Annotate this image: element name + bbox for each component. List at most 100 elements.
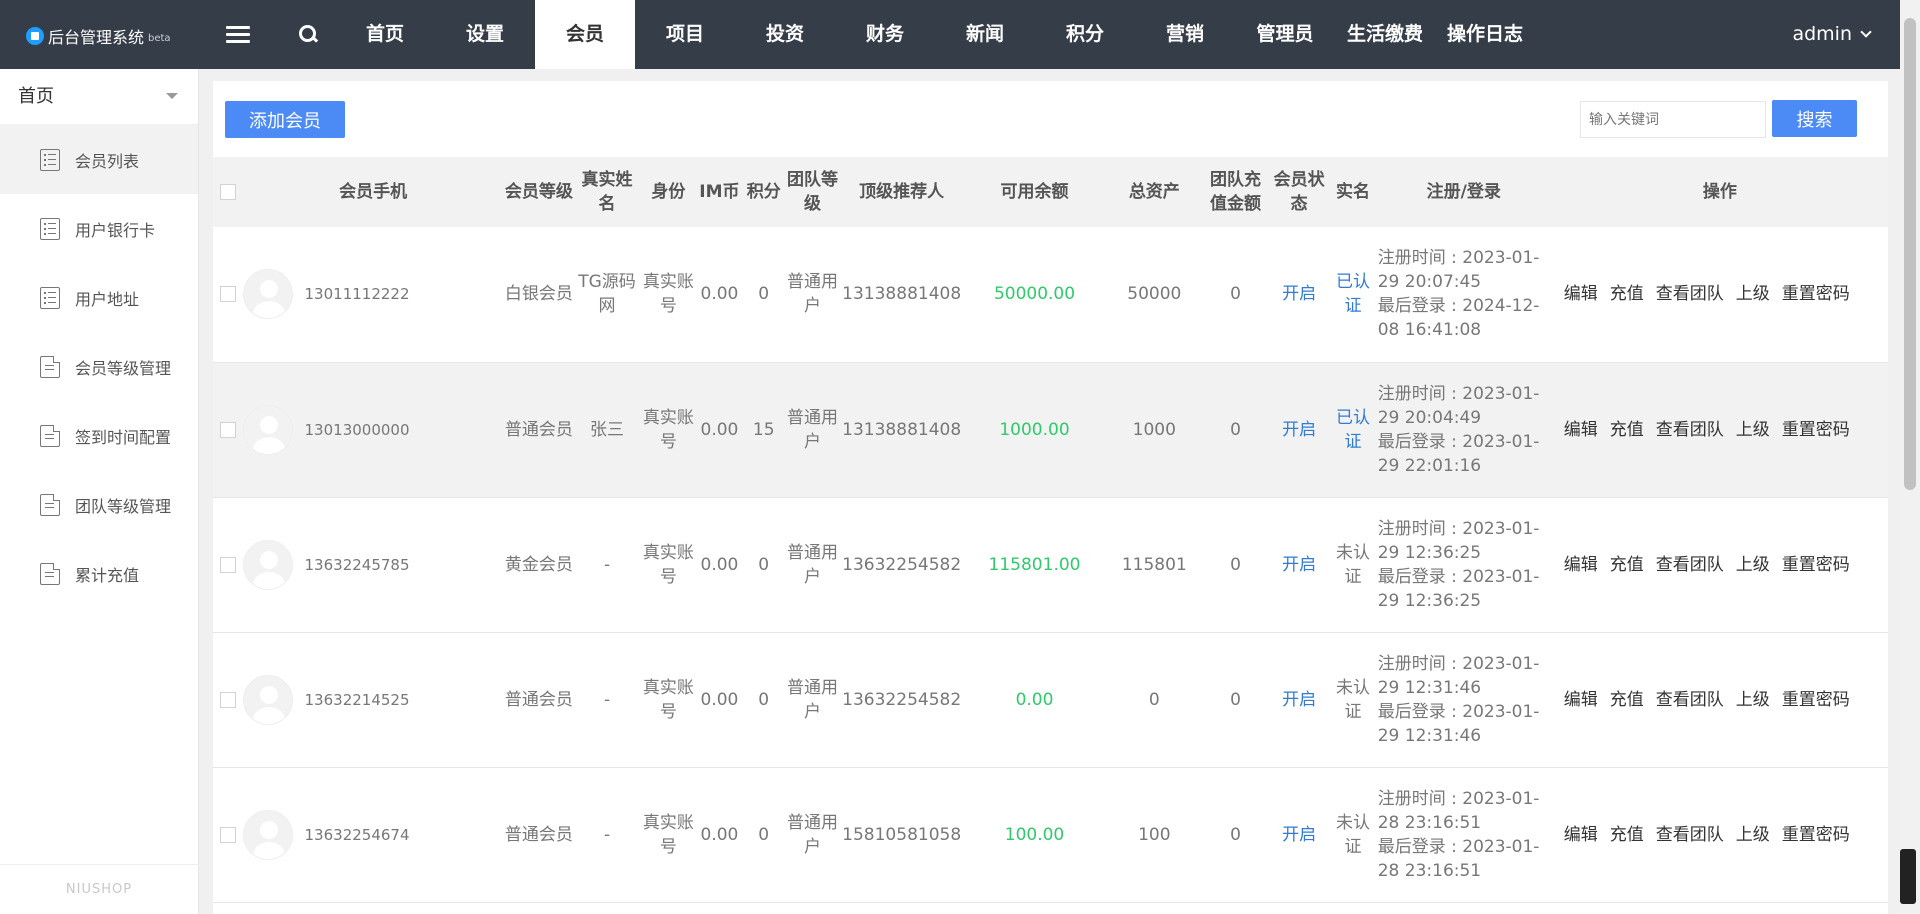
sidebar-heading[interactable]: 首页 — [0, 69, 198, 125]
select-all-checkbox[interactable] — [219, 184, 236, 200]
document-icon — [40, 562, 60, 585]
member-phone: 13632214525 — [304, 690, 410, 709]
nav-item[interactable]: 积分 — [1035, 0, 1135, 69]
points: 0 — [758, 554, 770, 575]
top-referrer: 15810581058 — [842, 824, 962, 845]
identity: 真实账号 — [642, 677, 694, 722]
main-nav: 首页 设置 会员 项目 投资 财务 新闻 积分 营销 管理员 生活缴费 操作日志 — [335, 0, 1535, 69]
row-action-link[interactable]: 充值 — [1610, 825, 1644, 845]
member-status-toggle[interactable]: 开启 — [1282, 690, 1316, 710]
row-action-link[interactable]: 编辑 — [1564, 825, 1598, 845]
nav-item[interactable]: 生活缴费 — [1335, 0, 1435, 69]
last-login-time: 最后登录 : 2023-01-29 12:36:25 — [1377, 566, 1540, 611]
last-login-time: 最后登录 : 2023-01-28 23:16:51 — [1377, 836, 1540, 881]
sidebar-item[interactable]: 用户银行卡 — [0, 194, 198, 263]
row-checkbox[interactable] — [219, 826, 236, 843]
nav-item[interactable]: 设置 — [435, 0, 535, 69]
last-login-time: 最后登录 : 2023-01-29 12:31:46 — [1377, 701, 1540, 746]
search-icon[interactable] — [298, 24, 320, 46]
user-menu[interactable]: admin — [1792, 0, 1872, 69]
nav-item[interactable]: 项目 — [635, 0, 735, 69]
member-status-toggle[interactable]: 开启 — [1282, 284, 1316, 304]
row-action-link[interactable]: 编辑 — [1564, 420, 1598, 440]
row-action-link[interactable]: 重置密码 — [1782, 555, 1850, 575]
nav-item[interactable]: 管理员 — [1235, 0, 1335, 69]
column-header: 总资产 — [1105, 157, 1204, 227]
row-action-link[interactable]: 查看团队 — [1656, 420, 1724, 440]
sidebar-item[interactable]: 签到时间配置 — [0, 401, 198, 470]
nav-item[interactable]: 营销 — [1135, 0, 1235, 69]
scrollbar-thumb[interactable] — [1904, 18, 1916, 490]
row-action-link[interactable]: 编辑 — [1564, 284, 1598, 304]
verification-status[interactable]: 已认证 — [1336, 408, 1370, 452]
app-logo-icon — [26, 27, 44, 45]
page-scrollbar[interactable] — [1900, 0, 1920, 914]
row-action-link[interactable]: 编辑 — [1564, 555, 1598, 575]
real-name: 张三 — [590, 419, 625, 440]
nav-item[interactable]: 财务 — [835, 0, 935, 69]
toolbar: 添加会员 搜索 — [213, 81, 1888, 157]
row-action-link[interactable]: 上级 — [1736, 420, 1770, 440]
row-action-link[interactable]: 充值 — [1610, 555, 1644, 575]
floating-widget[interactable] — [1900, 849, 1916, 904]
verification-status[interactable]: 已认证 — [1336, 272, 1370, 316]
nav-item[interactable]: 新闻 — [935, 0, 1035, 69]
row-action-link[interactable]: 上级 — [1736, 284, 1770, 304]
row-action-link[interactable]: 查看团队 — [1656, 690, 1724, 710]
select-all-cell — [213, 157, 243, 227]
column-header: 注册/登录 — [1375, 157, 1552, 227]
app-logo[interactable]: 后台管理系统 beta — [26, 24, 171, 48]
member-phone: 13013000000 — [304, 420, 410, 439]
sidebar-item[interactable]: 累计充值 — [0, 539, 198, 608]
register-time: 注册时间 : 2023-01-29 20:07:45 — [1377, 248, 1540, 293]
sidebar-item[interactable]: 会员列表 — [0, 125, 198, 194]
row-action-link[interactable]: 查看团队 — [1656, 825, 1724, 845]
sidebar-item-label: 累计充值 — [75, 565, 140, 585]
document-icon — [40, 493, 60, 516]
list-icon — [40, 286, 60, 309]
row-action-link[interactable]: 上级 — [1736, 690, 1770, 710]
row-action-link[interactable]: 重置密码 — [1782, 284, 1850, 304]
row-action-link[interactable]: 查看团队 — [1656, 284, 1724, 304]
row-action-link[interactable]: 重置密码 — [1782, 690, 1850, 710]
avatar — [242, 539, 293, 590]
row-action-link[interactable]: 充值 — [1610, 284, 1644, 304]
row-action-link[interactable]: 上级 — [1736, 555, 1770, 575]
add-member-button[interactable]: 添加会员 — [225, 101, 345, 138]
points: 0 — [758, 689, 770, 710]
row-action-link[interactable]: 充值 — [1610, 690, 1644, 710]
nav-item[interactable]: 投资 — [735, 0, 835, 69]
table-row: 13632245785 黄金会员 - 真实账号 0.00 0 普通用户 13632254582… — [213, 497, 1888, 633]
row-action-link[interactable]: 编辑 — [1564, 690, 1598, 710]
search-input[interactable] — [1580, 101, 1766, 138]
nav-item[interactable]: 操作日志 — [1435, 0, 1535, 69]
sidebar-item-label: 用户银行卡 — [75, 220, 156, 240]
nav-item[interactable]: 会员 — [535, 0, 635, 69]
sidebar-item-label: 会员列表 — [75, 151, 140, 171]
row-action-link[interactable]: 上级 — [1736, 825, 1770, 845]
table-header-row: 会员手机 会员等级 真实姓名 身份 IM币 积分 团队等级 顶级推荐人 可用余额… — [213, 157, 1888, 227]
member-status-toggle[interactable]: 开启 — [1282, 825, 1316, 845]
member-level: 白银会员 — [504, 284, 573, 305]
sidebar-item[interactable]: 团队等级管理 — [0, 470, 198, 539]
team-recharge-amount: 0 — [1230, 824, 1241, 845]
top-referrer: 13138881408 — [842, 284, 962, 305]
row-checkbox[interactable] — [219, 691, 236, 708]
caret-down-icon — [166, 93, 178, 99]
search-button[interactable]: 搜索 — [1772, 100, 1857, 137]
member-status-toggle[interactable]: 开启 — [1282, 420, 1316, 440]
row-action-link[interactable]: 充值 — [1610, 420, 1644, 440]
sidebar-item[interactable]: 用户地址 — [0, 263, 198, 332]
row-action-link[interactable]: 重置密码 — [1782, 825, 1850, 845]
row-checkbox[interactable] — [219, 556, 236, 573]
row-checkbox[interactable] — [219, 421, 236, 438]
im-coins: 0.00 — [700, 689, 739, 710]
menu-toggle-icon[interactable] — [226, 26, 250, 44]
nav-item[interactable]: 首页 — [335, 0, 435, 69]
member-status-toggle[interactable]: 开启 — [1282, 555, 1316, 575]
available-balance: 50000.00 — [993, 284, 1076, 305]
row-action-link[interactable]: 查看团队 — [1656, 555, 1724, 575]
sidebar-item[interactable]: 会员等级管理 — [0, 332, 198, 401]
row-action-link[interactable]: 重置密码 — [1782, 420, 1850, 440]
row-checkbox[interactable] — [219, 286, 236, 303]
